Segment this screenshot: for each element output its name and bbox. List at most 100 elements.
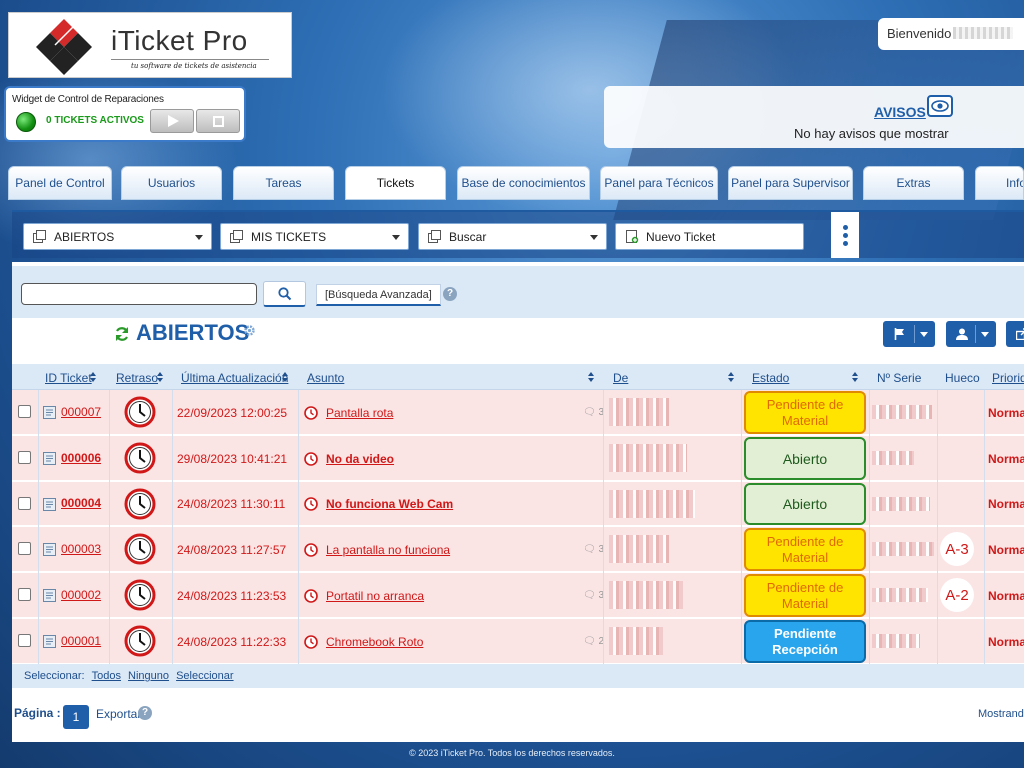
last-updated: 29/08/2023 10:41:21: [177, 452, 288, 466]
stop-button[interactable]: [196, 109, 240, 133]
eye-icon[interactable]: [927, 95, 953, 117]
clock-overdue-icon: [124, 533, 156, 565]
table-row[interactable]: 000001 24/08/2023 11:22:33 Chromebook Ro…: [12, 619, 1024, 664]
subject-link[interactable]: Pantalla rota: [326, 406, 393, 420]
chevron-down-icon: [920, 332, 928, 337]
column-header-from[interactable]: De: [613, 371, 628, 385]
new-document-icon: [626, 230, 639, 243]
sort-icon[interactable]: [728, 372, 734, 382]
mine-dropdown[interactable]: MIS TICKETS: [220, 223, 409, 250]
column-header-slot: Hueco: [945, 371, 980, 385]
ticket-id-link[interactable]: 000001: [61, 634, 101, 648]
view-dropdown[interactable]: ABIERTOS: [23, 223, 212, 250]
gear-icon[interactable]: [243, 324, 256, 337]
column-header-priority[interactable]: Prioridad: [992, 371, 1024, 385]
select-link[interactable]: Seleccionar: [176, 670, 233, 682]
user-filter-button[interactable]: [946, 321, 996, 347]
active-tickets-count: 0 TICKETS ACTIVOS: [46, 115, 144, 126]
redacted-from: [609, 444, 687, 472]
ticket-id-link[interactable]: 000006: [61, 451, 101, 465]
column-header-delay[interactable]: Retraso: [116, 371, 158, 385]
play-button[interactable]: [150, 109, 194, 133]
sort-icon[interactable]: [852, 372, 858, 382]
row-checkbox[interactable]: [18, 451, 31, 464]
export-share-button[interactable]: [1006, 321, 1024, 347]
export-link[interactable]: Exportar: [96, 707, 141, 721]
column-header-status[interactable]: Estado: [752, 371, 789, 385]
comment-count: 🗨 3: [583, 590, 605, 601]
help-icon[interactable]: ?: [138, 706, 152, 720]
chevron-down-icon: [590, 235, 598, 240]
welcome-user[interactable]: Bienvenido: [878, 18, 1024, 50]
chevron-down-icon: [392, 235, 400, 240]
table-row[interactable]: 000002 24/08/2023 11:23:53 Portatil no a…: [12, 573, 1024, 618]
clock-overdue-icon: [124, 396, 156, 428]
new-ticket-button[interactable]: Nuevo Ticket: [615, 223, 804, 250]
table-row[interactable]: 000004 24/08/2023 11:30:11 No funciona W…: [12, 482, 1024, 526]
notices-title[interactable]: AVISOS: [874, 104, 926, 120]
logo-title: iTicket Pro: [111, 25, 248, 56]
clock-overdue-icon: [124, 579, 156, 611]
tab-info[interactable]: Info: [975, 166, 1024, 200]
refresh-icon[interactable]: [114, 326, 130, 342]
select-all-link[interactable]: Todos: [92, 670, 121, 682]
row-checkbox[interactable]: [18, 542, 31, 555]
row-checkbox[interactable]: [18, 405, 31, 418]
page-label: Página :: [14, 706, 61, 720]
subject-link[interactable]: Portatil no arranca: [326, 589, 424, 603]
subject-link[interactable]: No da video: [326, 452, 394, 466]
copy-icon: [230, 230, 243, 243]
tab-panel-de-control[interactable]: Panel de Control: [8, 166, 112, 200]
tab-base-de-conocimientos[interactable]: Base de conocimientos: [457, 166, 590, 200]
table-row[interactable]: 000006 29/08/2023 10:41:21 No da video A…: [12, 436, 1024, 481]
play-icon: [168, 115, 179, 127]
tab-panel-tecnicos[interactable]: Panel para Técnicos: [600, 166, 718, 200]
tab-tickets[interactable]: Tickets: [345, 166, 446, 200]
column-header-updated[interactable]: Última Actualización: [181, 371, 288, 385]
notices-panel: AVISOS No hay avisos que mostrar: [604, 86, 1024, 148]
comment-count: 🗨 3: [583, 407, 605, 418]
search-dropdown[interactable]: Buscar: [418, 223, 607, 250]
ticket-id-link[interactable]: 000003: [61, 542, 101, 556]
sort-icon[interactable]: [157, 372, 163, 382]
redacted-from: [609, 490, 695, 518]
status-badge: Pendiente Recepción: [744, 620, 866, 663]
table-row[interactable]: 000007 22/09/2023 12:00:25 Pantalla rota…: [12, 390, 1024, 435]
welcome-label: Bienvenido: [887, 26, 952, 41]
tab-panel-supervisor[interactable]: Panel para Supervisor: [728, 166, 853, 200]
comment-count: 🗨 2: [583, 636, 605, 647]
column-header-subject[interactable]: Asunto: [307, 371, 344, 385]
column-header-id[interactable]: ID Ticket: [45, 371, 92, 385]
subject-link[interactable]: La pantalla no funciona: [326, 543, 450, 557]
sort-icon[interactable]: [588, 372, 594, 382]
subject-link[interactable]: No funciona Web Cam: [326, 497, 453, 511]
row-checkbox[interactable]: [18, 634, 31, 647]
flag-filter-button[interactable]: [883, 321, 935, 347]
advanced-search-button[interactable]: [Búsqueda Avanzada]: [316, 284, 441, 306]
sort-icon[interactable]: [90, 372, 96, 382]
ticket-icon: [43, 543, 56, 556]
ticket-id-link[interactable]: 000002: [61, 588, 101, 602]
ticket-id-link[interactable]: 000007: [61, 405, 101, 419]
more-options-button[interactable]: [831, 212, 859, 258]
table-row[interactable]: 000003 24/08/2023 11:27:57 La pantalla n…: [12, 527, 1024, 572]
subject-link[interactable]: Chromebook Roto: [326, 635, 423, 649]
help-icon[interactable]: ?: [443, 287, 457, 301]
clock-overdue-icon: [124, 442, 156, 474]
search-input[interactable]: [21, 283, 257, 305]
search-button[interactable]: [263, 281, 306, 307]
row-checkbox[interactable]: [18, 497, 31, 510]
last-updated: 22/09/2023 12:00:25: [177, 406, 288, 420]
row-checkbox[interactable]: [18, 588, 31, 601]
tab-usuarios[interactable]: Usuarios: [121, 166, 222, 200]
selection-label: Seleccionar:: [24, 670, 85, 682]
ticket-id-link[interactable]: 000004: [61, 496, 101, 510]
tab-tareas[interactable]: Tareas: [233, 166, 334, 200]
sort-icon[interactable]: [282, 372, 288, 382]
select-none-link[interactable]: Ninguno: [128, 670, 169, 682]
logo[interactable]: iTicket Pro tu software de tickets de as…: [8, 12, 292, 78]
page-number-button[interactable]: 1: [63, 705, 89, 729]
last-updated: 24/08/2023 11:30:11: [177, 497, 286, 511]
tab-extras[interactable]: Extras: [863, 166, 964, 200]
priority-label: Normal: [988, 497, 1024, 511]
